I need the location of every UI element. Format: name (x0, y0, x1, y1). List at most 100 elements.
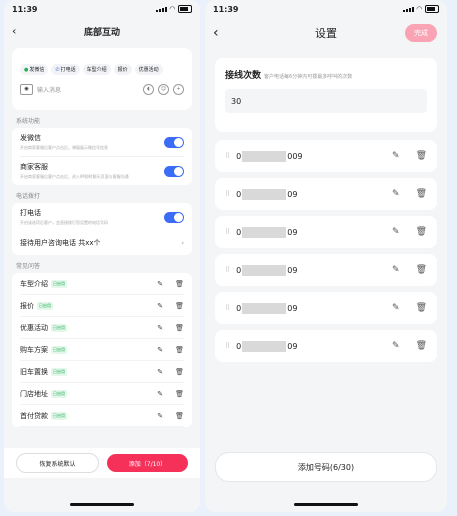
edit-icon[interactable]: ✎ (157, 302, 163, 310)
feature-desc: 开启商家客服后客户点击后，弹窗展示微信号信息 (20, 145, 108, 150)
emoji-icon[interactable]: ☺ (158, 84, 169, 95)
trash-icon[interactable]: 🗑 (416, 151, 427, 161)
trash-icon[interactable]: 🗑 (416, 189, 427, 199)
qa-name-group: 购车方案 已启用 (20, 345, 67, 355)
wifi-icon: ◠ (416, 5, 422, 13)
qa-actions: ✎ 🗑 (157, 390, 184, 398)
edit-icon[interactable]: ✎ (392, 227, 400, 237)
drag-handle-icon[interactable]: ⠿ (225, 190, 230, 198)
reset-default-button[interactable]: 恢复系统默认 (16, 453, 99, 473)
edit-icon[interactable]: ✎ (157, 412, 163, 420)
masked-digits (242, 188, 287, 200)
quick-chip[interactable]: ✆打电话 (51, 64, 80, 75)
qa-name: 首付贷款 (20, 411, 48, 420)
phone-list-link[interactable]: 接待用户咨询电话 共xx个 › (20, 231, 184, 255)
number-row: ⠿ 0 09 ✎ 🗑 (215, 178, 437, 210)
status-icons: ◠ (155, 5, 192, 13)
back-button[interactable]: ‹ (213, 25, 219, 41)
number-actions: ✎ 🗑 (392, 341, 427, 351)
number-actions: ✎ 🗑 (392, 303, 427, 313)
drag-handle-icon[interactable]: ⠿ (225, 266, 230, 274)
edit-icon[interactable]: ✎ (392, 341, 400, 351)
edit-icon[interactable]: ✎ (392, 151, 400, 161)
number-list: ⠿ 0 009 ✎ 🗑 ⠿ 0 09 ✎ 🗑 ⠿ 0 09 ✎ 🗑 ⠿ 0 09 ✎ 🗑 ⠿ 0 09 ✎ 🗑 ⠿ 0 09 ✎ 🗑 (205, 140, 447, 362)
home-indicator (70, 503, 134, 506)
qa-actions: ✎ 🗑 (157, 302, 184, 310)
nav-bar: ‹ 底部互动 (4, 18, 200, 44)
qa-name: 车型介绍 (20, 279, 48, 288)
done-button[interactable]: 完成 (405, 24, 437, 42)
number-prefix: 0 (236, 303, 242, 313)
signal-icon (155, 6, 167, 12)
plus-icon[interactable]: + (173, 84, 184, 95)
camera-icon[interactable]: ◉ (20, 84, 33, 95)
call-count-card: 接线次数 客户电话每6分钟内可拨最多呼叫的次数 30 (215, 58, 437, 132)
number-suffix: 09 (287, 265, 298, 275)
trash-icon[interactable]: 🗑 (175, 412, 184, 420)
edit-icon[interactable]: ✎ (157, 390, 163, 398)
status-bar: 11:39 ◠ (205, 0, 447, 18)
voice-icon[interactable]: ◖ (143, 84, 154, 95)
qa-name: 门店地址 (20, 389, 48, 398)
call-count-input[interactable]: 30 (225, 89, 427, 113)
phone-list-label: 接待用户咨询电话 共xx个 (20, 239, 101, 247)
trash-icon[interactable]: 🗑 (416, 265, 427, 275)
masked-digits (242, 302, 287, 314)
quick-chip[interactable]: ●发微信 (20, 64, 49, 75)
chat-preview: ●发微信 ✆打电话 车型介绍 报价 优惠活动 ◉ 输入消息 ◖ ☺ + (12, 48, 192, 110)
edit-icon[interactable]: ✎ (157, 324, 163, 332)
add-qa-button[interactable]: 添加（7/10） (107, 454, 188, 472)
phone-number: 0 09 (236, 188, 392, 200)
quick-chip-label: 车型介绍 (86, 67, 107, 73)
quick-chip[interactable]: 车型介绍 (82, 64, 111, 75)
feature-toggle[interactable] (164, 165, 184, 177)
edit-icon[interactable]: ✎ (157, 280, 163, 288)
edit-icon[interactable]: ✎ (392, 303, 400, 313)
qa-name: 购车方案 (20, 345, 48, 354)
add-number-button[interactable]: 添加号码(6/30) (215, 452, 437, 482)
drag-handle-icon[interactable]: ⠿ (225, 228, 230, 236)
trash-icon[interactable]: 🗑 (416, 341, 427, 351)
trash-icon[interactable]: 🗑 (416, 227, 427, 237)
status-badge: 已启用 (51, 389, 67, 398)
drag-handle-icon[interactable]: ⠿ (225, 304, 230, 312)
signal-icon (402, 6, 414, 12)
feature-text: 发微信 开启商家客服后客户点击后，弹窗展示微信号信息 (20, 133, 108, 151)
trash-icon[interactable]: 🗑 (175, 280, 184, 288)
feature-toggle[interactable] (164, 211, 184, 223)
edit-icon[interactable]: ✎ (392, 189, 400, 199)
chevron-right-icon: › (181, 239, 184, 247)
back-button[interactable]: ‹ (12, 25, 16, 38)
trash-icon[interactable]: 🗑 (175, 302, 184, 310)
quick-chip[interactable]: 优惠活动 (134, 64, 163, 75)
qa-name-group: 车型介绍 已启用 (20, 279, 67, 289)
quick-chip-label: 优惠活动 (138, 67, 159, 73)
edit-icon[interactable]: ✎ (392, 265, 400, 275)
trash-icon[interactable]: 🗑 (175, 390, 184, 398)
qa-actions: ✎ 🗑 (157, 412, 184, 420)
status-badge: 已启用 (51, 411, 67, 420)
bottom-action-bar: 恢复系统默认 添加（7/10） (4, 448, 200, 478)
message-input[interactable]: 输入消息 (37, 85, 139, 94)
trash-icon[interactable]: 🗑 (175, 368, 184, 376)
page-title: 设置 (315, 27, 337, 40)
trash-icon[interactable]: 🗑 (175, 346, 184, 354)
wechat-icon: ● (24, 67, 29, 73)
edit-icon[interactable]: ✎ (157, 346, 163, 354)
qa-row: 门店地址 已启用 ✎ 🗑 (20, 383, 184, 405)
drag-handle-icon[interactable]: ⠿ (225, 152, 230, 160)
quick-chip[interactable]: 报价 (113, 64, 132, 75)
edit-icon[interactable]: ✎ (157, 368, 163, 376)
feature-toggle[interactable] (164, 136, 184, 148)
status-badge: 已启用 (51, 279, 67, 288)
status-time: 11:39 (12, 4, 38, 14)
qa-row: 优惠活动 已启用 ✎ 🗑 (20, 317, 184, 339)
feature-title: 商家客服 (20, 163, 48, 171)
number-row: ⠿ 0 09 ✎ 🗑 (215, 254, 437, 286)
number-suffix: 09 (287, 227, 298, 237)
qa-actions: ✎ 🗑 (157, 346, 184, 354)
trash-icon[interactable]: 🗑 (175, 324, 184, 332)
drag-handle-icon[interactable]: ⠿ (225, 342, 230, 350)
trash-icon[interactable]: 🗑 (416, 303, 427, 313)
system-section-title: 系统功能 (16, 118, 41, 125)
